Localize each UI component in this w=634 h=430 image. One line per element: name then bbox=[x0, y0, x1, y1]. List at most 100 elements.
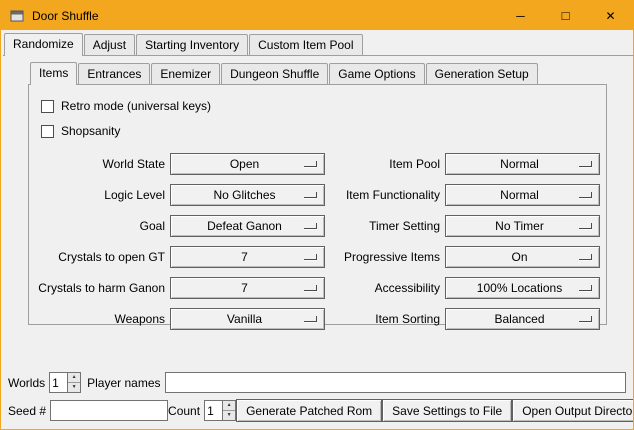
tab-items[interactable]: Items bbox=[30, 62, 77, 85]
worlds-label: Worlds bbox=[8, 376, 45, 390]
dropdown-indicator-icon bbox=[579, 223, 592, 229]
crystals-harm-ganon-value: 7 bbox=[241, 281, 254, 295]
accessibility-label: Accessibility bbox=[330, 277, 440, 299]
app-icon bbox=[10, 9, 24, 23]
worlds-input[interactable] bbox=[50, 373, 67, 392]
goal-value: Defeat Ganon bbox=[207, 219, 288, 233]
logic-level-value: No Glitches bbox=[213, 188, 281, 202]
save-settings-button[interactable]: Save Settings to File bbox=[382, 399, 512, 422]
weapons-value: Vanilla bbox=[227, 312, 268, 326]
goal-dropdown[interactable]: Defeat Ganon bbox=[170, 215, 325, 237]
spin-down-icon[interactable]: ▼ bbox=[68, 383, 80, 392]
weapons-dropdown[interactable]: Vanilla bbox=[170, 308, 325, 330]
shopsanity-label: Shopsanity bbox=[61, 124, 120, 138]
settings-grid: World State Open Item Pool Normal Logic … bbox=[35, 153, 600, 330]
open-output-directory-button[interactable]: Open Output Directory bbox=[512, 399, 634, 422]
dropdown-indicator-icon bbox=[304, 192, 317, 198]
crystals-harm-ganon-label: Crystals to harm Ganon bbox=[35, 277, 165, 299]
item-pool-value: Normal bbox=[500, 157, 545, 171]
spin-up-icon[interactable]: ▲ bbox=[68, 373, 80, 383]
tab-enemizer[interactable]: Enemizer bbox=[151, 63, 220, 84]
spinner-arrows: ▲ ▼ bbox=[222, 401, 235, 420]
item-pool-dropdown[interactable]: Normal bbox=[445, 153, 600, 175]
tab-starting-inventory[interactable]: Starting Inventory bbox=[136, 34, 248, 55]
minimize-button[interactable]: ─ bbox=[498, 1, 543, 30]
tab-game-options[interactable]: Game Options bbox=[329, 63, 424, 84]
tab-adjust[interactable]: Adjust bbox=[84, 34, 135, 55]
generate-row: Seed # Count ▲ ▼ Generate Patched Rom Sa… bbox=[8, 399, 626, 422]
progressive-items-label: Progressive Items bbox=[330, 246, 440, 268]
item-sorting-label: Item Sorting bbox=[330, 308, 440, 330]
door-shuffle-window: Door Shuffle ─ □ ✕ Randomize Adjust Star… bbox=[0, 0, 634, 430]
world-state-dropdown[interactable]: Open bbox=[170, 153, 325, 175]
count-spinner[interactable]: ▲ ▼ bbox=[204, 400, 236, 421]
count-label: Count bbox=[168, 404, 200, 418]
dropdown-indicator-icon bbox=[579, 316, 592, 322]
progressive-items-dropdown[interactable]: On bbox=[445, 246, 600, 268]
accessibility-value: 100% Locations bbox=[477, 281, 568, 295]
goal-label: Goal bbox=[35, 215, 165, 237]
minimize-icon: ─ bbox=[516, 11, 525, 21]
player-names-input[interactable] bbox=[165, 372, 627, 393]
crystals-open-gt-label: Crystals to open GT bbox=[35, 246, 165, 268]
multiworld-row: Worlds ▲ ▼ Player names bbox=[8, 371, 626, 394]
tab-randomize[interactable]: Randomize bbox=[4, 33, 83, 56]
spinner-arrows: ▲ ▼ bbox=[67, 373, 80, 392]
spin-down-icon[interactable]: ▼ bbox=[223, 411, 235, 420]
item-sorting-dropdown[interactable]: Balanced bbox=[445, 308, 600, 330]
dropdown-indicator-icon bbox=[304, 285, 317, 291]
timer-setting-dropdown[interactable]: No Timer bbox=[445, 215, 600, 237]
item-functionality-value: Normal bbox=[500, 188, 545, 202]
tab-generation-setup[interactable]: Generation Setup bbox=[426, 63, 538, 84]
count-input[interactable] bbox=[205, 401, 222, 420]
randomize-notebook: Items Entrances Enemizer Dungeon Shuffle… bbox=[28, 62, 607, 325]
dropdown-indicator-icon bbox=[579, 254, 592, 260]
item-functionality-dropdown[interactable]: Normal bbox=[445, 184, 600, 206]
dropdown-indicator-icon bbox=[304, 161, 317, 167]
item-pool-label: Item Pool bbox=[330, 153, 440, 175]
retro-mode-label: Retro mode (universal keys) bbox=[61, 99, 211, 113]
dropdown-indicator-icon bbox=[304, 223, 317, 229]
dropdown-indicator-icon bbox=[579, 285, 592, 291]
window-title: Door Shuffle bbox=[32, 9, 99, 23]
player-names-label: Player names bbox=[87, 376, 160, 390]
weapons-label: Weapons bbox=[35, 308, 165, 330]
retro-mode-checkbox[interactable]: Retro mode (universal keys) bbox=[41, 96, 600, 116]
timer-setting-value: No Timer bbox=[495, 219, 550, 233]
title-bar[interactable]: Door Shuffle ─ □ ✕ bbox=[1, 1, 633, 30]
window-controls: ─ □ ✕ bbox=[498, 1, 633, 30]
logic-level-label: Logic Level bbox=[35, 184, 165, 206]
maximize-button[interactable]: □ bbox=[543, 1, 588, 30]
checkbox-box-icon bbox=[41, 125, 54, 138]
inner-tab-bar: Items Entrances Enemizer Dungeon Shuffle… bbox=[28, 62, 607, 84]
dropdown-indicator-icon bbox=[304, 316, 317, 322]
dropdown-indicator-icon bbox=[304, 254, 317, 260]
crystals-open-gt-dropdown[interactable]: 7 bbox=[170, 246, 325, 268]
worlds-spinner[interactable]: ▲ ▼ bbox=[49, 372, 81, 393]
item-sorting-value: Balanced bbox=[494, 312, 550, 326]
crystals-open-gt-value: 7 bbox=[241, 250, 254, 264]
logic-level-dropdown[interactable]: No Glitches bbox=[170, 184, 325, 206]
tab-dungeon-shuffle[interactable]: Dungeon Shuffle bbox=[221, 63, 328, 84]
world-state-label: World State bbox=[35, 153, 165, 175]
crystals-harm-ganon-dropdown[interactable]: 7 bbox=[170, 277, 325, 299]
outer-tab-bar: Randomize Adjust Starting Inventory Cust… bbox=[3, 33, 633, 56]
tab-entrances[interactable]: Entrances bbox=[78, 63, 150, 84]
close-button[interactable]: ✕ bbox=[588, 1, 633, 30]
seed-input[interactable] bbox=[50, 400, 168, 421]
dropdown-indicator-icon bbox=[579, 192, 592, 198]
spin-up-icon[interactable]: ▲ bbox=[223, 401, 235, 411]
items-pane: Retro mode (universal keys) Shopsanity W… bbox=[28, 84, 607, 325]
accessibility-dropdown[interactable]: 100% Locations bbox=[445, 277, 600, 299]
shopsanity-checkbox[interactable]: Shopsanity bbox=[41, 121, 600, 141]
tab-custom-item-pool[interactable]: Custom Item Pool bbox=[249, 34, 362, 55]
seed-label: Seed # bbox=[8, 404, 46, 418]
close-icon: ✕ bbox=[605, 9, 615, 23]
world-state-value: Open bbox=[230, 157, 265, 171]
checkbox-box-icon bbox=[41, 100, 54, 113]
timer-setting-label: Timer Setting bbox=[330, 215, 440, 237]
generate-patched-rom-button[interactable]: Generate Patched Rom bbox=[236, 399, 382, 422]
maximize-icon: □ bbox=[562, 9, 570, 22]
progressive-items-value: On bbox=[511, 250, 533, 264]
item-functionality-label: Item Functionality bbox=[330, 184, 440, 206]
